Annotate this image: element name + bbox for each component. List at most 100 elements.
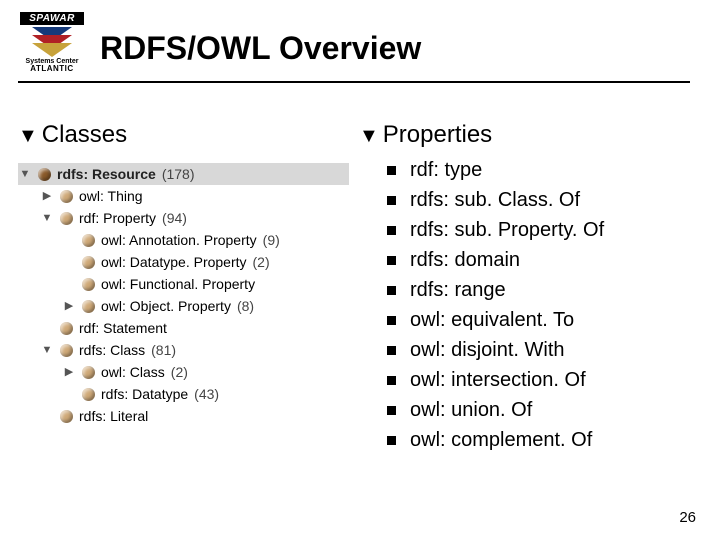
tree-node[interactable]: owl: Functional. Property xyxy=(18,273,349,295)
bullet-square-icon xyxy=(387,166,396,175)
properties-heading-text: Properties xyxy=(383,121,492,149)
tree-indent xyxy=(18,207,34,229)
tree-disclosure-icon[interactable] xyxy=(18,163,32,185)
tree-node-count: (81) xyxy=(151,342,176,358)
body-columns: ▼Classes rdfs: Resource (178)owl: Thingr… xyxy=(18,121,690,455)
page-number: 26 xyxy=(679,509,696,526)
tree-node[interactable]: rdf: Property (94) xyxy=(18,207,349,229)
properties-column: ▼ Properties rdf: type rdfs: sub. Class. … xyxy=(359,121,690,455)
property-item: owl: equivalent. To xyxy=(359,305,690,335)
classes-column: ▼Classes rdfs: Resource (178)owl: Thingr… xyxy=(18,121,349,455)
property-item: owl: intersection. Of xyxy=(359,365,690,395)
tree-node-count: (9) xyxy=(263,232,280,248)
tree-node-label: rdf: Property xyxy=(79,210,156,226)
tree-node[interactable]: owl: Object. Property (8) xyxy=(18,295,349,317)
class-node-icon xyxy=(82,388,95,401)
tree-indent xyxy=(18,251,34,273)
class-node-icon xyxy=(82,366,95,379)
tree-indent xyxy=(18,339,34,361)
logo: SPAWAR Systems Center ATLANTIC xyxy=(18,12,86,73)
logo-chevron-icon xyxy=(32,27,72,57)
tree-node-label: rdfs: Literal xyxy=(79,408,148,424)
classes-heading: ▼Classes xyxy=(18,121,349,149)
tree-node[interactable]: rdfs: Resource (178) xyxy=(18,163,349,185)
class-node-icon xyxy=(38,168,51,181)
tree-node-count: (178) xyxy=(162,166,195,182)
bullet-square-icon xyxy=(387,256,396,265)
property-item: rdf: type xyxy=(359,155,690,185)
tree-disclosure-icon[interactable] xyxy=(62,361,76,383)
slide: SPAWAR Systems Center ATLANTIC RDFS/OWL … xyxy=(0,0,720,540)
bullet-square-icon xyxy=(387,376,396,385)
tree-indent xyxy=(18,317,34,339)
class-node-icon xyxy=(82,278,95,291)
tree-indent xyxy=(18,295,34,317)
bullet-square-icon xyxy=(387,316,396,325)
tree-indent xyxy=(40,383,56,405)
tree-node-label: owl: Datatype. Property xyxy=(101,254,247,270)
property-label: owl: complement. Of xyxy=(410,429,592,452)
title-rule xyxy=(18,81,690,83)
class-node-icon xyxy=(60,344,73,357)
header: SPAWAR Systems Center ATLANTIC RDFS/OWL … xyxy=(18,12,690,73)
tree-indent xyxy=(40,229,56,251)
bullet-square-icon xyxy=(387,346,396,355)
property-label: owl: union. Of xyxy=(410,399,532,422)
class-node-icon xyxy=(82,300,95,313)
properties-heading: ▼ Properties xyxy=(359,121,690,149)
bullet-square-icon xyxy=(387,286,396,295)
tree-indent xyxy=(40,251,56,273)
tree-disclosure-icon[interactable] xyxy=(40,207,54,229)
property-item: owl: union. Of xyxy=(359,395,690,425)
logo-wordmark: SPAWAR xyxy=(20,12,84,25)
tree-node-label: owl: Class xyxy=(101,364,165,380)
tree-disclosure-icon[interactable] xyxy=(40,339,54,361)
property-label: rdfs: domain xyxy=(410,249,520,272)
tree-node[interactable]: owl: Class (2) xyxy=(18,361,349,383)
property-label: rdf: type xyxy=(410,159,482,182)
logo-subtitle: Systems Center ATLANTIC xyxy=(26,58,79,73)
tree-node[interactable]: rdfs: Class (81) xyxy=(18,339,349,361)
property-item: rdfs: domain xyxy=(359,245,690,275)
tree-disclosure-icon[interactable] xyxy=(40,185,54,207)
class-node-icon xyxy=(60,190,73,203)
tree-indent xyxy=(40,361,56,383)
bullet-square-icon xyxy=(387,436,396,445)
class-node-icon xyxy=(82,256,95,269)
tree-indent xyxy=(40,295,56,317)
tree-node[interactable]: rdfs: Datatype (43) xyxy=(18,383,349,405)
property-item: rdfs: sub. Property. Of xyxy=(359,215,690,245)
tree-node[interactable]: owl: Thing xyxy=(18,185,349,207)
tree-indent xyxy=(18,383,34,405)
tree-node[interactable]: rdf: Statement xyxy=(18,317,349,339)
tree-node-count: (2) xyxy=(171,364,188,380)
tree-indent xyxy=(40,273,56,295)
tree-indent xyxy=(18,405,34,427)
classes-heading-text: Classes xyxy=(42,121,127,149)
tree-indent xyxy=(18,185,34,207)
property-item: rdfs: sub. Class. Of xyxy=(359,185,690,215)
property-item: owl: complement. Of xyxy=(359,425,690,455)
property-label: owl: equivalent. To xyxy=(410,309,574,332)
property-label: rdfs: sub. Class. Of xyxy=(410,189,580,212)
class-tree: rdfs: Resource (178) owl: Thing rdf: Prope… xyxy=(18,163,349,427)
tree-node-count: (43) xyxy=(194,386,219,402)
properties-list: rdf: type rdfs: sub. Class. Of rdfs: sub. … xyxy=(359,155,690,455)
tree-node-count: (94) xyxy=(162,210,187,226)
property-item: rdfs: range xyxy=(359,275,690,305)
down-triangle-icon: ▼ xyxy=(359,126,379,146)
tree-node-label: rdfs: Resource xyxy=(57,166,156,182)
bullet-square-icon xyxy=(387,226,396,235)
tree-node[interactable]: owl: Datatype. Property (2) xyxy=(18,251,349,273)
tree-node-label: rdf: Statement xyxy=(79,320,167,336)
tree-node[interactable]: rdfs: Literal xyxy=(18,405,349,427)
tree-disclosure-icon[interactable] xyxy=(62,295,76,317)
tree-node[interactable]: owl: Annotation. Property (9) xyxy=(18,229,349,251)
down-triangle-icon: ▼ xyxy=(18,126,38,146)
property-label: rdfs: range xyxy=(410,279,506,302)
tree-node-label: owl: Thing xyxy=(79,188,143,204)
tree-node-count: (2) xyxy=(253,254,270,270)
logo-subtitle-line2: ATLANTIC xyxy=(26,65,79,73)
tree-indent xyxy=(18,273,34,295)
slide-title: RDFS/OWL Overview xyxy=(100,30,421,67)
